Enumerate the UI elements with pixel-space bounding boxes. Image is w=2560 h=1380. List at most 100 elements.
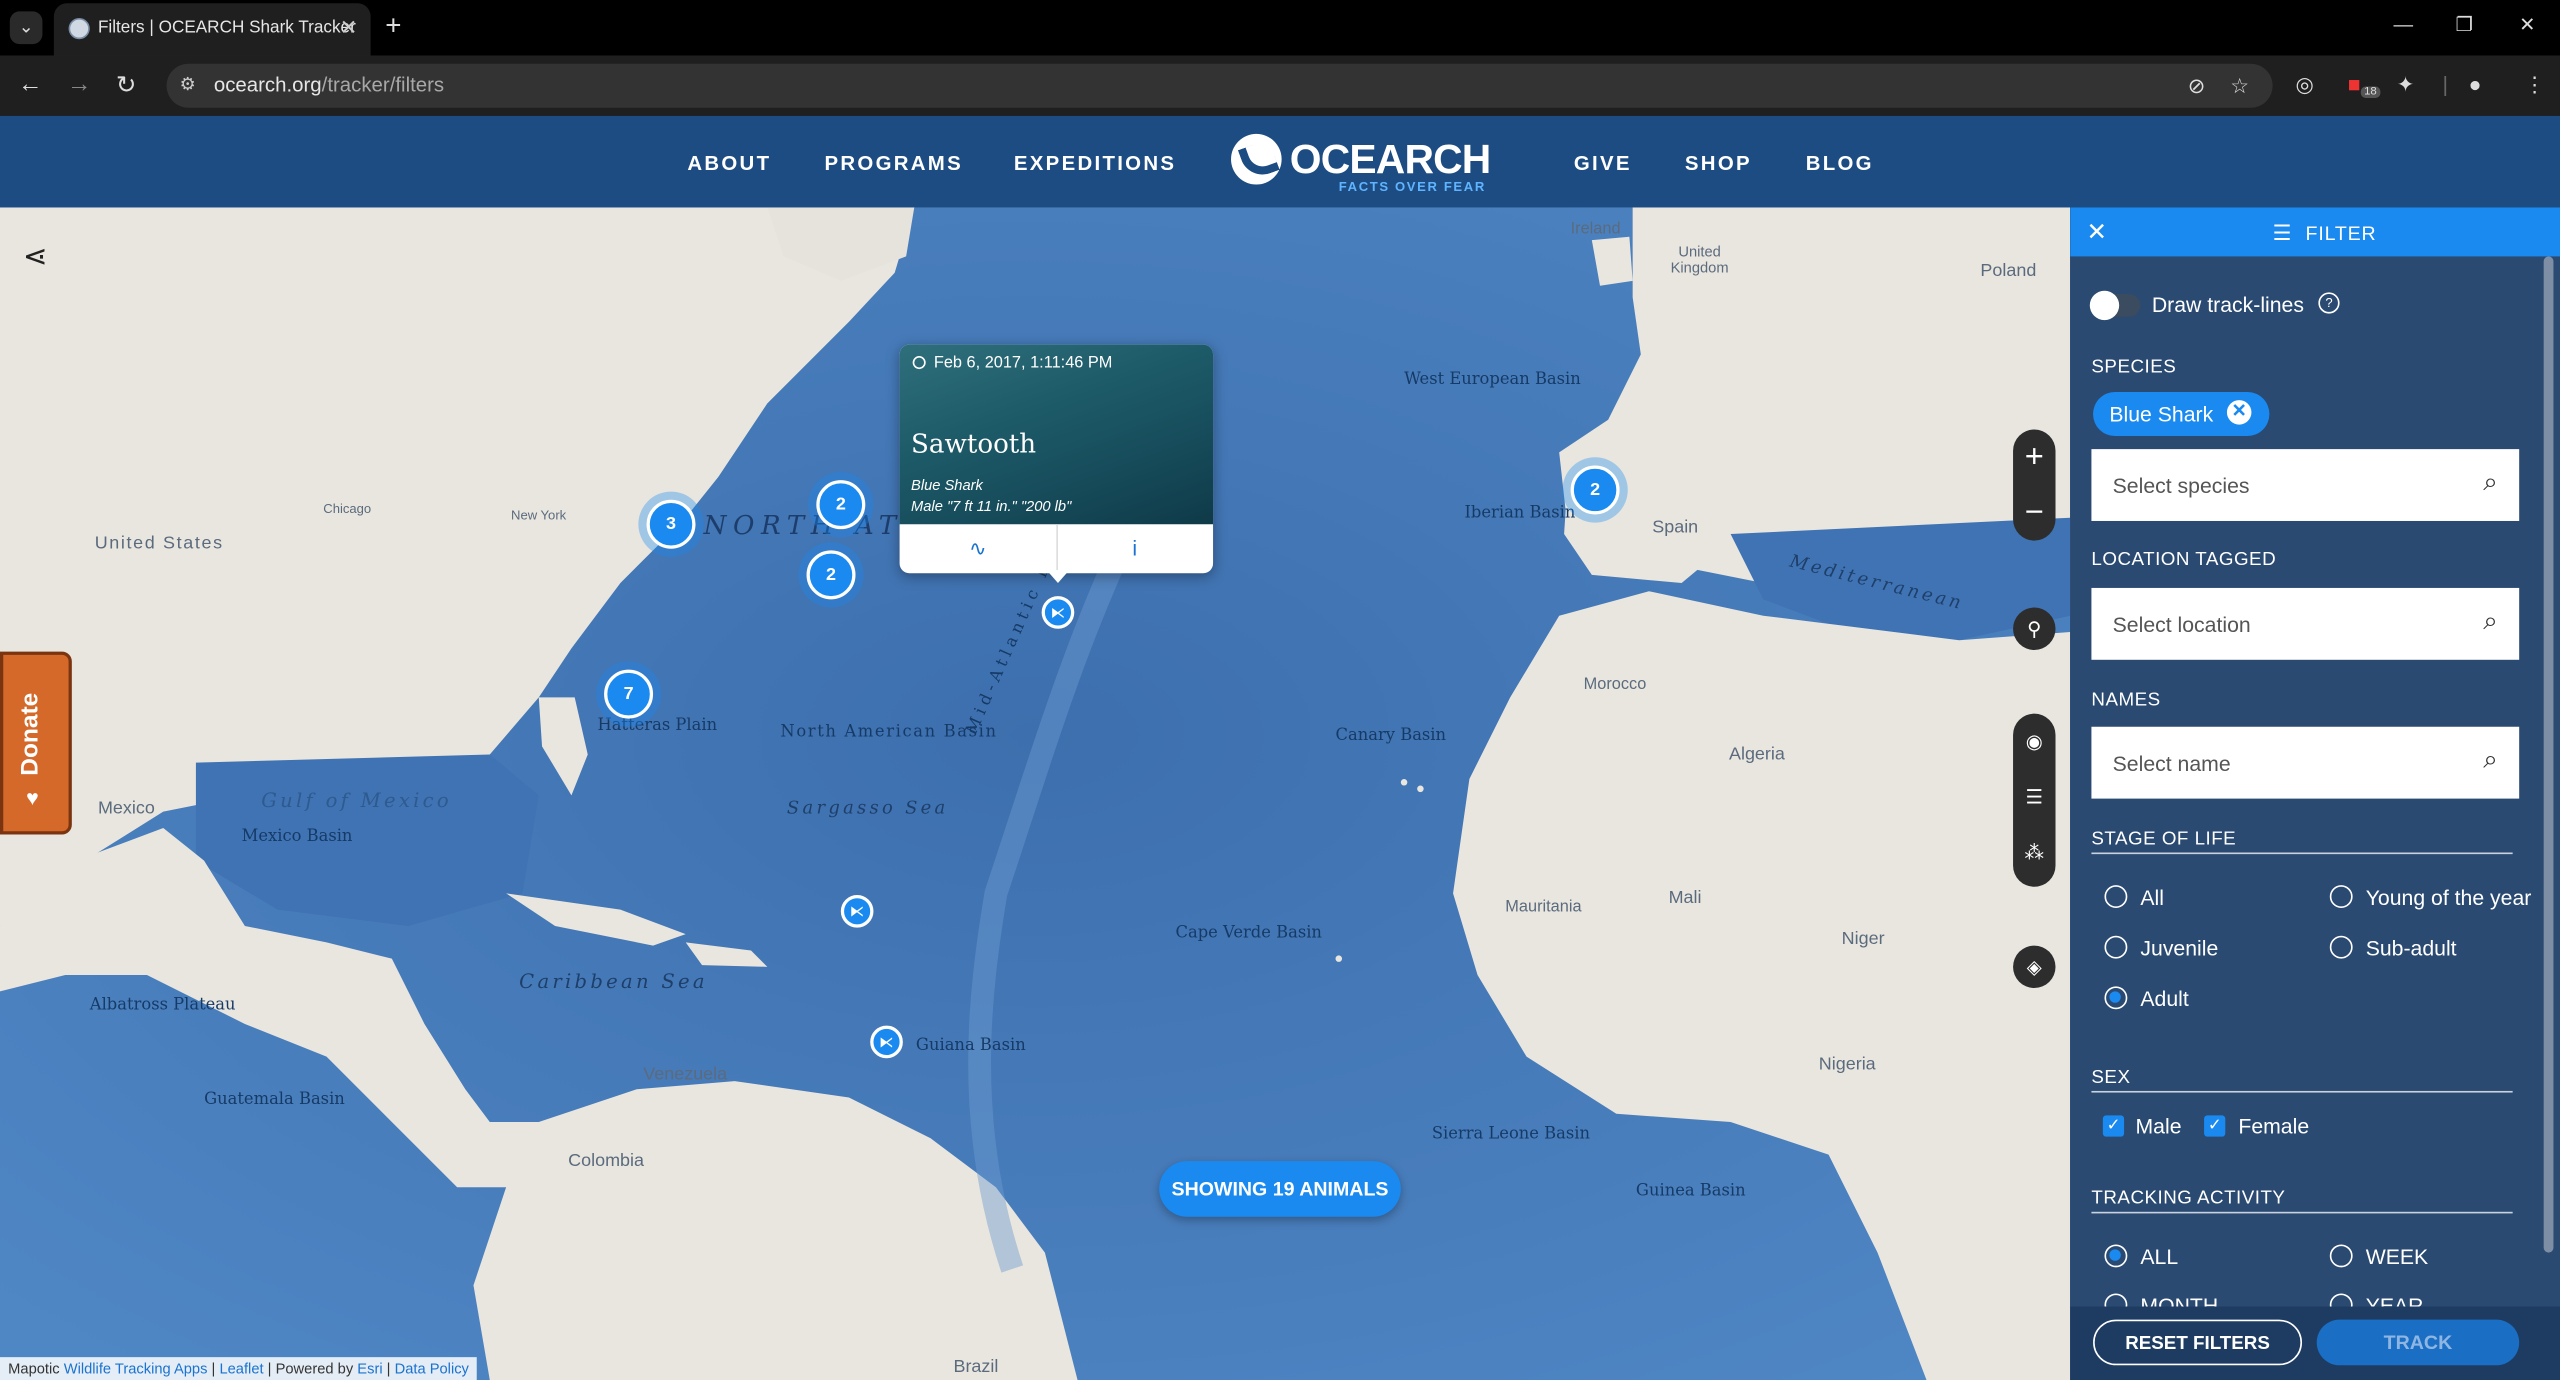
profile-avatar-icon[interactable]: ●	[2469, 72, 2482, 96]
activity-radio-all[interactable]	[2104, 1244, 2128, 1268]
stage-label-subadult: Sub-adult	[2365, 935, 2457, 961]
nav-blog[interactable]: BLOG	[1806, 152, 1874, 175]
reset-filters-button[interactable]: RESET FILTERS	[2093, 1319, 2303, 1366]
extensions-puzzle-icon[interactable]: ✦	[2397, 72, 2415, 98]
male-checkbox[interactable]: ✓	[2102, 1115, 2125, 1137]
label-venezuela: Venezuela	[643, 1064, 728, 1085]
logo-text: OCEARCH	[1289, 137, 1491, 183]
target-icon[interactable]: ◉	[2013, 714, 2055, 770]
attrib-link-data-policy[interactable]: Data Policy	[395, 1360, 469, 1376]
browser-toolbar: ← → ↻ ⚙ ocearch.org/tracker/filters ⊘ ☆ …	[0, 55, 2560, 116]
extension-glasses-icon[interactable]: ◎	[2296, 72, 2315, 98]
label-mali: Mali	[1668, 888, 1702, 909]
filter-scrollbar[interactable]	[2543, 256, 2554, 1253]
map-canvas[interactable]: United States Chicago New York Mexico Gu…	[0, 207, 2071, 1380]
species-search-field[interactable]: Select species ⌕	[2091, 449, 2520, 521]
browser-menu-icon[interactable]: ⋮	[2524, 72, 2545, 98]
label-mauritania: Mauritania	[1505, 898, 1582, 917]
shark-photo: Feb 6, 2017, 1:11:46 PM Sawtooth Blue Sh…	[899, 344, 1214, 525]
zoom-in-icon[interactable]: +	[2013, 430, 2055, 486]
tracking-protection-icon[interactable]: ⊘	[2188, 73, 2206, 99]
location-search-field[interactable]: Select location ⌕	[2091, 587, 2520, 660]
stage-radio-juvenile[interactable]	[2104, 935, 2128, 959]
map-attribution: Mapotic Wildlife Tracking Apps | Leaflet…	[0, 1357, 478, 1380]
track-path-icon[interactable]: ∿	[900, 524, 1058, 574]
ping-icon	[912, 356, 926, 370]
attrib-link-leaflet[interactable]: Leaflet	[219, 1360, 263, 1376]
reload-icon[interactable]: ↻	[116, 70, 137, 100]
extension-shield-icon[interactable]: ■	[2348, 72, 2361, 96]
cluster-toggle-icon[interactable]: ⁂	[2013, 825, 2055, 881]
attrib-link-esri[interactable]: Esri	[357, 1360, 382, 1376]
forward-icon[interactable]: →	[67, 70, 91, 98]
zoom-control: + −	[2013, 429, 2056, 541]
donate-tab[interactable]: Donate ♥	[0, 651, 72, 835]
cluster-marker[interactable]: 2	[806, 550, 856, 600]
stage-label-all: All	[2140, 885, 2165, 910]
url-path: /tracker/filters	[321, 73, 445, 97]
nav-shop[interactable]: SHOP	[1685, 152, 1752, 175]
close-filter-icon[interactable]: ✕	[2087, 217, 2108, 247]
tab-list-icon[interactable]: ⌄	[9, 11, 43, 45]
bookmark-star-icon[interactable]: ☆	[2230, 73, 2249, 99]
favicon-icon	[68, 17, 90, 40]
map-tool-stack: ◉ ☰ ⁂	[2013, 713, 2056, 887]
share-icon[interactable]: ⋖	[23, 240, 48, 274]
names-search-field[interactable]: Select name ⌕	[2091, 726, 2520, 799]
label-morocco: Morocco	[1583, 676, 1647, 695]
label-albatross-plateau: Albatross Plateau	[89, 996, 236, 1015]
attrib-powered: Powered by	[275, 1360, 354, 1377]
nav-expeditions[interactable]: EXPEDITIONS	[1014, 152, 1176, 175]
restore-icon[interactable]: ❐	[2456, 13, 2474, 36]
female-checkbox[interactable]: ✓	[2204, 1115, 2226, 1137]
site-info-icon[interactable]: ⚙	[180, 73, 196, 95]
attrib-link-wildlife[interactable]: Wildlife Tracking Apps	[64, 1360, 208, 1376]
remove-chip-icon[interactable]: ✕	[2226, 400, 2252, 425]
minimize-icon[interactable]: —	[2393, 13, 2413, 36]
location-pin-icon[interactable]: ⚲	[2013, 607, 2056, 650]
nav-about[interactable]: ABOUT	[687, 152, 771, 175]
address-bar[interactable]: ⚙ ocearch.org/tracker/filters ⊘ ☆	[166, 63, 2273, 108]
cluster-marker[interactable]: 2	[1570, 465, 1620, 515]
popup-date: Feb 6, 2017, 1:11:46 PM	[912, 354, 1112, 372]
browser-tab[interactable]: Filters | OCEARCH Shark Tracker ✕	[53, 3, 371, 56]
label-chicago: Chicago	[323, 501, 372, 517]
label-sargasso-sea: Sargasso Sea	[786, 796, 949, 819]
window-close-icon[interactable]: ✕	[2519, 13, 2535, 36]
ocearch-logo[interactable]: OCEARCH FACTS OVER FEAR	[1231, 132, 1525, 197]
stage-radio-subadult[interactable]	[2329, 935, 2353, 959]
animal-popup[interactable]: Feb 6, 2017, 1:11:46 PM Sawtooth Blue Sh…	[899, 344, 1214, 584]
label-nigeria: Nigeria	[1818, 1055, 1876, 1075]
stage-radio-all[interactable]	[2104, 885, 2128, 909]
track-button[interactable]: TRACK	[2316, 1319, 2520, 1366]
help-icon[interactable]: ?	[2318, 292, 2340, 314]
stage-radio-adult[interactable]	[2104, 986, 2128, 1010]
label-na-basin: North American Basin	[780, 723, 998, 742]
logo-tagline: FACTS OVER FEAR	[1338, 179, 1486, 195]
draw-tracklines-toggle[interactable]	[2089, 290, 2141, 321]
new-tab-icon[interactable]: +	[385, 10, 401, 43]
back-icon[interactable]: ←	[18, 70, 42, 98]
shark-marker-icon[interactable]: ⧔	[870, 1025, 903, 1059]
cluster-marker[interactable]: 3	[646, 499, 696, 549]
cluster-marker[interactable]: 7	[604, 669, 654, 719]
close-tab-icon[interactable]: ✕	[340, 15, 358, 41]
layers-icon[interactable]: ◈	[2013, 945, 2056, 989]
cluster-marker[interactable]: 2	[816, 480, 866, 530]
showing-animals-button[interactable]: SHOWING 19 ANIMALS	[1159, 1161, 1401, 1217]
shark-marker-icon[interactable]: ⧔	[840, 894, 874, 928]
url-host: ocearch.org	[213, 73, 322, 97]
label-poland: Poland	[1980, 261, 2037, 281]
species-placeholder: Select species	[2112, 473, 2250, 499]
stage-radio-young[interactable]	[2329, 885, 2353, 909]
nav-programs[interactable]: PROGRAMS	[824, 152, 962, 175]
nav-give[interactable]: GIVE	[1574, 152, 1632, 175]
label-brazil: Brazil	[953, 1357, 999, 1377]
list-icon[interactable]: ☰	[2013, 769, 2055, 825]
label-mexico: Mexico	[97, 798, 155, 819]
label-guatemala-basin: Guatemala Basin	[204, 1090, 345, 1109]
shark-marker-icon[interactable]: ⧔	[1041, 596, 1075, 629]
activity-radio-week[interactable]	[2329, 1244, 2353, 1268]
info-icon[interactable]: i	[1056, 524, 1213, 573]
zoom-out-icon[interactable]: −	[2013, 485, 2055, 541]
